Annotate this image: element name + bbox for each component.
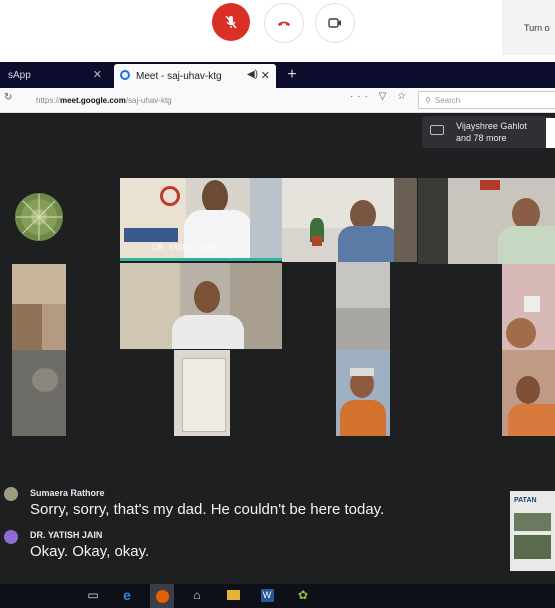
store-icon[interactable]: ⌂ [188,586,206,604]
phone-hangup-icon [278,21,290,26]
url-field[interactable]: https://meet.google.com/saj-uhav-ktg [26,91,342,109]
mic-off-icon [225,15,237,29]
firefox-icon[interactable] [150,584,174,608]
photos-icon[interactable]: ✿ [294,586,312,604]
url-path: /saj-uhav-ktg [125,95,172,105]
tab-label: sApp [8,69,31,81]
file-explorer-icon[interactable] [224,586,242,604]
more-icon[interactable]: ··· [350,91,372,102]
participant-tile-5[interactable] [120,263,282,349]
meet-favicon-icon [120,70,130,80]
close-tab-icon[interactable]: ✕ [261,69,270,82]
presenting-chip[interactable]: Vijayshree Gahlot and 78 more [422,116,552,148]
search-placeholder: Search [434,95,461,105]
url-host: meet.google.com [60,95,126,105]
caption-text: Sorry, sorry, that's my dad. He couldn't… [30,501,385,518]
new-tab-button[interactable]: + [282,62,302,88]
caption-speaker: DR. YATISH JAIN [30,530,103,540]
video-camera-icon [328,18,341,28]
pip-window[interactable]: PATAN [510,491,555,571]
task-view-icon[interactable]: ▭ [84,586,102,604]
participant-tile-10[interactable] [336,350,390,436]
tab-meet[interactable]: Meet - saj-uhav-ktg ◀) ✕ [114,64,276,88]
participant-tile-3[interactable] [418,178,555,264]
cactus-avatar [15,193,63,241]
active-speaker-bar [120,258,282,261]
side-panel-edge [546,118,555,148]
camera-button[interactable] [315,3,355,43]
caption-text: Okay. Okay, okay. [30,543,150,560]
bookmark-star-icon[interactable]: ☆ [397,91,410,102]
participant-tile-2[interactable] [282,178,417,262]
participant-tile-11[interactable] [502,350,555,436]
tab-whatsapp[interactable]: sApp ✕ [0,62,112,88]
pip-label: PATAN [514,497,537,504]
mic-off-button[interactable] [212,3,250,41]
edge-icon[interactable]: e [118,586,136,604]
participant-tile-cactus[interactable] [12,190,66,244]
hang-up-button[interactable] [264,3,304,43]
participant-tile-4[interactable] [12,264,66,350]
presenter-more: and 78 more [456,133,507,143]
turn-on-captions-button[interactable]: Turn o [502,0,555,55]
tab-label: Meet - saj-uhav-ktg [136,70,222,82]
pocket-icon[interactable]: ▽ [379,91,391,102]
presenter-name: Vijayshree Gahlot [456,121,527,131]
participant-tile-6[interactable] [336,262,390,350]
close-tab-icon[interactable]: ✕ [93,68,102,81]
caption-speaker: Sumaera Rathore [30,488,105,498]
present-screen-icon [430,125,444,135]
speaker-icon[interactable]: ◀) [247,69,258,80]
speaker-avatar [4,487,18,501]
participant-name-label: DR. YATISH JAIN [152,243,216,252]
reload-icon[interactable]: ↻ [4,92,12,103]
word-icon[interactable]: W [258,586,276,604]
search-input[interactable]: ⚲ Search [418,91,555,109]
page-actions[interactable]: ··· ▽ ☆ [350,91,410,102]
speaker-avatar [4,530,18,544]
search-icon: ⚲ [425,95,431,105]
participant-tile-8[interactable] [12,350,66,436]
participant-tile-7[interactable] [502,264,555,350]
url-prefix: https:// [36,95,61,105]
participant-tile-9[interactable] [174,350,230,436]
